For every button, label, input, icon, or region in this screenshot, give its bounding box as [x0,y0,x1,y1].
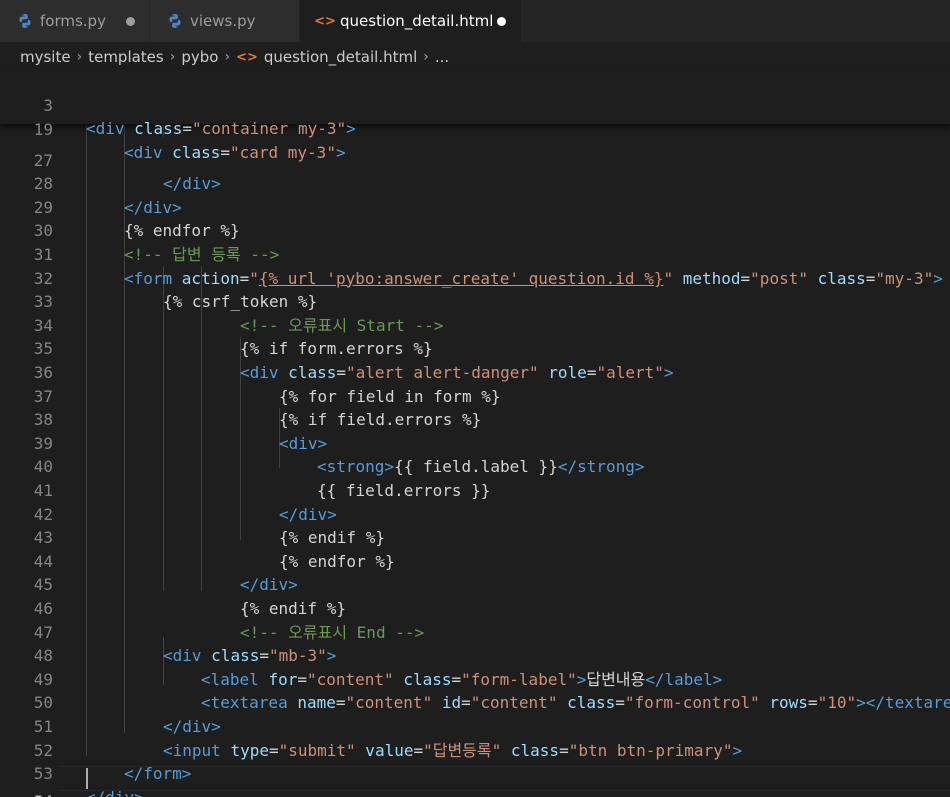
chevron-right-icon: › [224,49,231,65]
code-line[interactable]: 51 <input type="submit" value="답변등록" cla… [0,691,950,760]
unsaved-dot-icon[interactable] [126,17,135,26]
code-line[interactable]: 48 <label for="content" class="form-labe… [0,621,950,689]
text-cursor [86,768,88,789]
code-line[interactable]: 38 <div> [0,385,950,453]
code-line[interactable]: 46 <!-- 오류표시 End --> [0,573,950,642]
html-icon: <> [236,49,258,65]
html-icon: <> [314,13,336,29]
tab-label: views.py [190,12,256,30]
code-line[interactable]: 41 </div> [0,455,950,524]
code-line[interactable]: 31 <form action="{% url 'pybo:answer_cre… [0,219,950,288]
unsaved-dot-icon[interactable] [497,17,506,26]
tab-label: forms.py [40,12,106,30]
breadcrumb-item[interactable]: ... [435,48,449,66]
code-line[interactable]: 32 {% csrf_token %} [0,243,950,312]
tag: > [335,143,346,163]
breadcrumb-item[interactable]: question_detail.html [264,48,417,66]
code-line[interactable]: 50 </div> [0,668,950,736]
code-line[interactable]: 44 </div> [0,526,950,595]
breadcrumb-item[interactable]: templates [88,48,164,66]
code-line[interactable]: 47 <div class="mb-3"> [0,597,950,666]
code-line[interactable]: 43 {% endfor %} [0,503,950,571]
tag: <div [86,119,135,139]
attr: class [172,143,221,163]
sticky-scroll-header: 3 <div class="container my-3"> 19 <div c… [0,70,950,163]
code-text: <div class="container my-3"> [86,117,356,141]
chevron-right-icon: › [423,49,429,65]
tab-forms-py[interactable]: forms.py [0,0,150,42]
code-line[interactable]: 42 {% endif %} [0,479,950,548]
code-line[interactable]: 33 <!-- 오류표시 Start --> [0,267,950,335]
code-line[interactable]: 49 <textarea name="content" id="content"… [0,644,950,713]
tab-views-py[interactable]: views.py [150,0,300,42]
code-line[interactable]: 54 [0,766,950,797]
code-line[interactable]: 39 <strong>{{ field.label }}</strong> [0,408,950,477]
breadcrumb-item[interactable]: pybo [181,48,218,66]
code-line[interactable]: 34 {% if form.errors %} [0,290,950,359]
eq: = [220,143,230,163]
sticky-line[interactable]: 3 <div class="container my-3"> [0,70,950,139]
sticky-line[interactable]: 19 <div class="card my-3"> [0,94,950,163]
code-line[interactable]: 29 {% endfor %} [0,172,950,241]
code-line[interactable]: 45 {% endif %} [0,550,950,618]
code-text: <div class="card my-3"> [124,141,346,165]
python-icon [166,13,184,29]
eq: = [182,119,192,139]
tab-question-detail-html[interactable]: <> question_detail.html [300,0,522,42]
code-line[interactable]: 30 <!-- 답변 등록 --> [0,196,950,264]
attr: class [134,119,183,139]
string: "container my-3" [191,119,347,139]
python-icon [16,13,34,29]
tag: > [346,119,356,139]
code-line[interactable]: 40 {{ field.errors }} [0,432,950,500]
tab-bar: forms.py views.py <> question_detail.htm… [0,0,950,42]
tab-label: question_detail.html [340,12,494,30]
code-line[interactable]: 52 </form> [0,715,950,784]
line-number: 19 [33,119,53,139]
breadcrumb: mysite › templates › pybo › <> question_… [0,42,950,72]
chevron-right-icon: › [76,49,83,65]
breadcrumb-item[interactable]: mysite [20,48,71,66]
code-line[interactable]: 37 {% if field.errors %} [0,361,950,430]
chevron-right-icon: › [169,49,176,65]
tag: <div [124,143,173,163]
line-number: 54 [0,790,53,797]
code-editor[interactable]: 27 </div> 28 </div> 29 {% endfor %} 30 <… [0,70,950,797]
code-line[interactable]: 53 </div> [0,739,950,797]
code-line[interactable]: 36 {% for field in form %} [0,337,950,406]
string: "card my-3" [229,143,336,163]
code-line[interactable]: 35 <div class="alert alert-danger" role=… [0,314,950,382]
